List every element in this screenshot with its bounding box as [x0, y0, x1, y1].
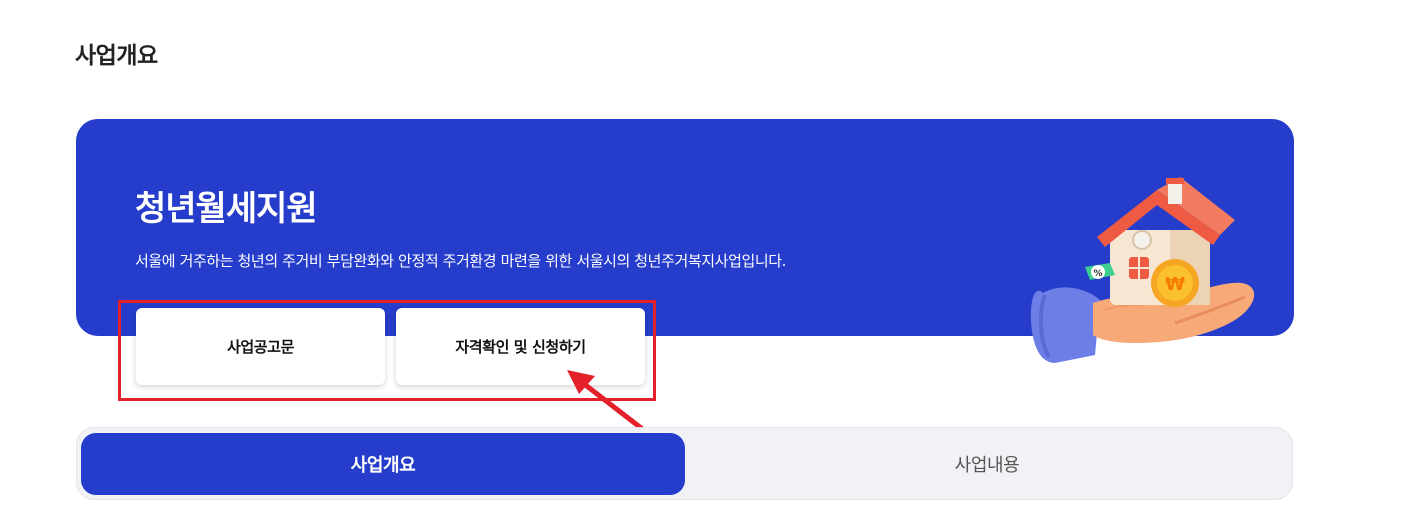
page-title: 사업개요 [75, 43, 158, 69]
tab-details[interactable]: 사업내용 [685, 433, 1289, 495]
banner-title: 청년월세지원 [135, 189, 318, 229]
svg-text:%: % [1093, 269, 1102, 279]
house-on-hand-icon: ₩ % [1030, 177, 1255, 363]
svg-text:₩: ₩ [1165, 274, 1185, 295]
notice-button[interactable]: 사업공고문 [136, 308, 385, 385]
tab-bar: 사업개요 사업내용 [76, 427, 1293, 500]
page: 사업개요 청년월세지원 서울에 거주하는 청년의 주거비 부담완화와 안정적 주… [0, 0, 1407, 523]
tab-overview[interactable]: 사업개요 [81, 433, 685, 495]
banner-description: 서울에 거주하는 청년의 주거비 부담완화와 안정적 주거환경 마련을 위한 서… [135, 252, 787, 270]
apply-button[interactable]: 자격확인 및 신청하기 [396, 308, 645, 385]
